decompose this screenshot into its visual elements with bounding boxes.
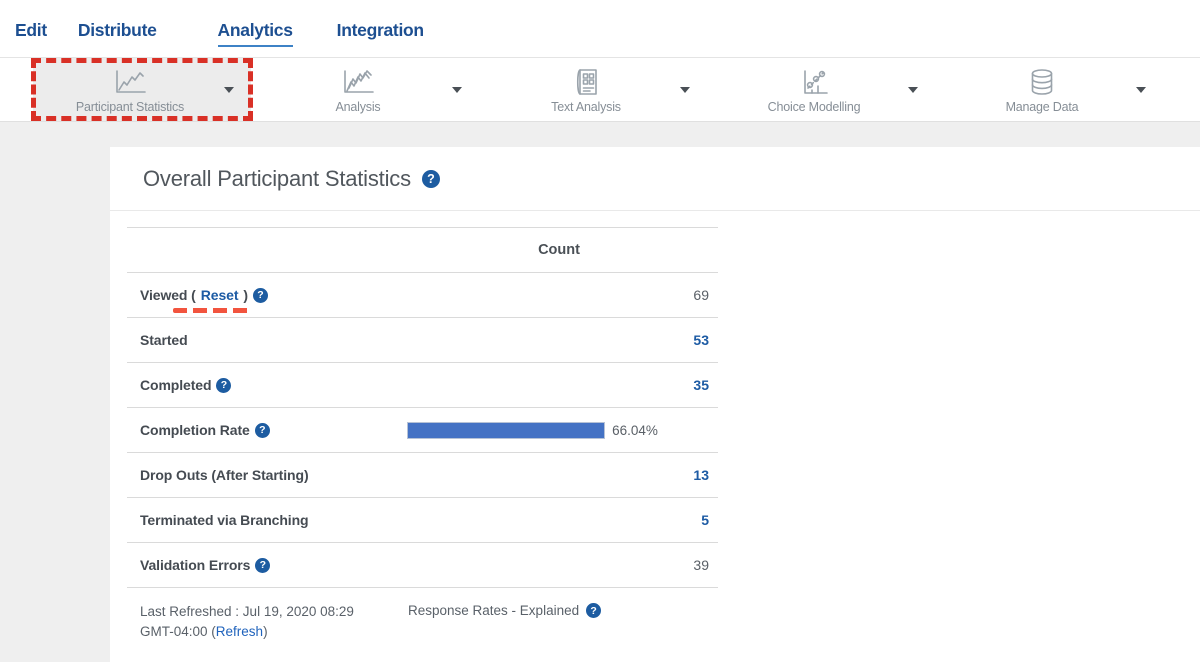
row-label-text: Completed (140, 377, 211, 393)
participant-statistics-icon (112, 68, 148, 96)
completion-percent-label: 66.04% (612, 423, 658, 438)
row-label: Validation Errors ? (127, 557, 400, 573)
tool-text-analysis[interactable]: Text Analysis (489, 58, 707, 121)
nav-integration[interactable]: Integration (337, 20, 424, 47)
help-icon[interactable]: ? (586, 603, 601, 618)
row-label-text: Started (140, 332, 188, 348)
nav-distribute[interactable]: Distribute (78, 20, 157, 47)
analysis-icon (340, 68, 376, 96)
chevron-down-icon[interactable] (224, 87, 234, 93)
reset-link[interactable]: Reset (201, 287, 239, 303)
row-value-link[interactable]: 5 (400, 512, 718, 528)
tool-label: Participant Statistics (76, 100, 184, 114)
row-label-text: Terminated via Branching (140, 512, 309, 528)
chevron-down-icon[interactable] (908, 87, 918, 93)
top-nav: Edit Distribute Analytics Integration (0, 0, 1200, 57)
completion-rate-bar: 66.04% (400, 422, 718, 439)
chevron-down-icon[interactable] (680, 87, 690, 93)
last-refreshed-line2-prefix: GMT-04:00 ( (140, 624, 216, 639)
table-header-row: Count (127, 227, 718, 273)
page-title-text: Overall Participant Statistics (143, 166, 411, 192)
row-label-text: Viewed ( (140, 287, 196, 303)
nav-analytics[interactable]: Analytics (218, 20, 293, 47)
page-title: Overall Participant Statistics ? (143, 166, 1200, 192)
card-header: Overall Participant Statistics ? (110, 147, 1200, 211)
last-refreshed-line1: Last Refreshed : Jul 19, 2020 08:29 (140, 604, 354, 619)
completion-bar-fill (407, 422, 605, 439)
row-label: Started (127, 332, 400, 348)
row-label-suffix: ) (243, 287, 248, 303)
tool-analysis[interactable]: Analysis (261, 58, 479, 121)
chevron-down-icon[interactable] (452, 87, 462, 93)
text-analysis-icon (571, 68, 601, 96)
row-value-link[interactable]: 13 (400, 467, 718, 483)
tool-participant-statistics[interactable]: Participant Statistics (33, 58, 251, 121)
tool-label: Analysis (336, 100, 381, 114)
row-value: 69 (400, 287, 718, 303)
tool-manage-data[interactable]: Manage Data (945, 58, 1163, 121)
help-icon[interactable]: ? (422, 170, 440, 188)
page-content: Overall Participant Statistics ? Count V… (0, 122, 1200, 662)
row-label-text: Completion Rate (140, 422, 250, 438)
nav-edit[interactable]: Edit (15, 20, 47, 47)
response-rates-label: Response Rates - Explained (408, 603, 579, 618)
tool-choice-modelling[interactable]: Choice Modelling (717, 58, 935, 121)
table-row-terminated: Terminated via Branching 5 (127, 498, 718, 543)
tool-label: Text Analysis (551, 100, 621, 114)
last-refreshed-line2-suffix: ) (263, 624, 268, 639)
table-row-completion-rate: Completion Rate ? 66.04% (127, 408, 718, 453)
response-rates-explained: Response Rates - Explained ? (408, 602, 601, 642)
table-row-started: Started 53 (127, 318, 718, 363)
table-row-completed: Completed ? 35 (127, 363, 718, 408)
tool-label: Manage Data (1006, 100, 1079, 114)
choice-modelling-icon (797, 68, 831, 96)
tool-label: Choice Modelling (768, 100, 861, 114)
refresh-link[interactable]: Refresh (216, 624, 263, 639)
row-label: Terminated via Branching (127, 512, 400, 528)
red-dashed-underline-annotation (173, 308, 250, 313)
row-label: Drop Outs (After Starting) (127, 467, 400, 483)
row-value-link[interactable]: 53 (400, 332, 718, 348)
participant-statistics-card: Overall Participant Statistics ? Count V… (110, 147, 1200, 662)
chevron-down-icon[interactable] (1136, 87, 1146, 93)
table-footer: Last Refreshed : Jul 19, 2020 08:29 GMT-… (127, 588, 718, 642)
row-label-text: Drop Outs (After Starting) (140, 467, 309, 483)
table-row-drop-outs: Drop Outs (After Starting) 13 (127, 453, 718, 498)
count-column-header: Count (400, 242, 718, 258)
row-label: Completed ? (127, 377, 400, 393)
participant-statistics-table: Count Viewed ( Reset ) ? 69 Started 53 (127, 227, 718, 642)
row-label: Completion Rate ? (127, 422, 400, 438)
table-row-viewed: Viewed ( Reset ) ? 69 (127, 273, 718, 318)
row-value: 39 (400, 557, 718, 573)
last-refreshed-text: Last Refreshed : Jul 19, 2020 08:29 GMT-… (140, 602, 408, 642)
manage-data-icon (1027, 68, 1057, 96)
analytics-toolbar: Participant Statistics Analysis (0, 57, 1200, 122)
help-icon[interactable]: ? (216, 378, 231, 393)
row-label: Viewed ( Reset ) ? (127, 287, 400, 303)
table-row-validation-errors: Validation Errors ? 39 (127, 543, 718, 588)
help-icon[interactable]: ? (253, 288, 268, 303)
row-value-link[interactable]: 35 (400, 377, 718, 393)
help-icon[interactable]: ? (255, 423, 270, 438)
help-icon[interactable]: ? (255, 558, 270, 573)
row-label-text: Validation Errors (140, 557, 250, 573)
